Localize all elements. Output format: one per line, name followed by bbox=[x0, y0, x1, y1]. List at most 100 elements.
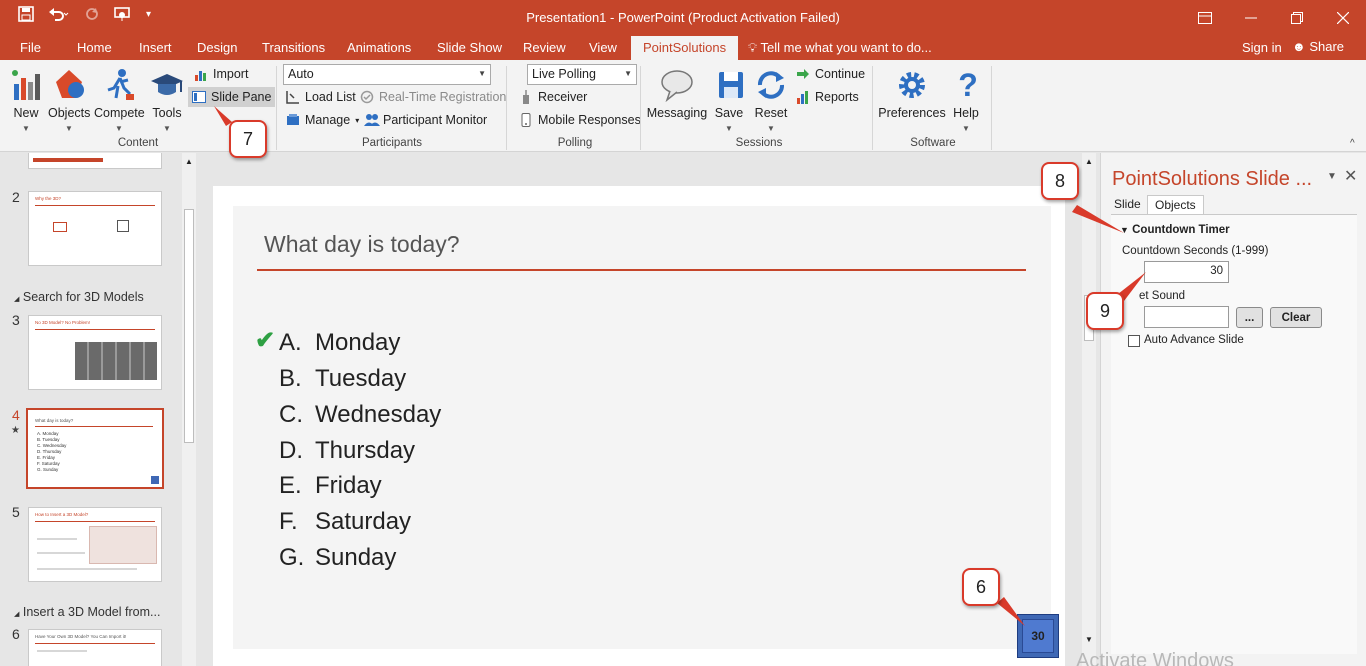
share-button[interactable]: ☻ Share bbox=[1292, 39, 1344, 54]
help-button[interactable]: ? Help ▼ bbox=[951, 68, 981, 133]
tab-insert[interactable]: Insert bbox=[139, 40, 172, 55]
scrollbar-thumb[interactable] bbox=[184, 209, 194, 443]
callout-6: 6 bbox=[962, 568, 1000, 606]
slide-scrollbar[interactable]: ▲ ▼ bbox=[1082, 153, 1096, 666]
tab-slide-show[interactable]: Slide Show bbox=[437, 40, 502, 55]
reports-chart-icon bbox=[796, 90, 810, 104]
timer-value: 30 bbox=[1031, 629, 1045, 643]
collapse-triangle-icon: ◢ bbox=[14, 611, 20, 618]
window-controls bbox=[1182, 0, 1366, 36]
answer-option[interactable]: C. Wednesday bbox=[279, 401, 441, 429]
close-icon[interactable] bbox=[1320, 0, 1366, 36]
question-mark-icon: ? bbox=[958, 67, 978, 103]
scroll-up-arrow-icon[interactable]: ▲ bbox=[1085, 157, 1093, 166]
ribbon-display-icon[interactable] bbox=[1182, 0, 1228, 36]
answer-option[interactable]: G. Sunday bbox=[279, 544, 396, 572]
current-slide[interactable]: What day is today? ✔ A. Monday B. Tuesday … bbox=[213, 186, 1065, 666]
chevron-down-icon: ▼ bbox=[163, 124, 171, 133]
scroll-up-arrow-icon[interactable]: ▲ bbox=[185, 157, 193, 166]
collapse-ribbon-icon[interactable]: ^ bbox=[1350, 138, 1355, 149]
participant-monitor-button[interactable]: Participant Monitor bbox=[364, 113, 487, 127]
new-button[interactable]: New ▼ bbox=[10, 68, 42, 133]
set-sound-label: et Sound bbox=[1139, 290, 1186, 302]
tab-home[interactable]: Home bbox=[77, 40, 112, 55]
manage-button[interactable]: Manage ▾ bbox=[286, 113, 359, 127]
realtime-registration-label: Real-Time Registration bbox=[379, 90, 507, 104]
close-icon[interactable]: ✕ bbox=[1344, 166, 1357, 186]
thumbnail-slide-4[interactable]: What day is today? A. Monday B. Tuesday … bbox=[26, 408, 164, 489]
thumbnail-slide-1[interactable] bbox=[28, 153, 162, 169]
tab-objects[interactable]: Objects bbox=[1147, 195, 1204, 214]
import-button[interactable]: Import bbox=[194, 67, 248, 81]
tab-transitions[interactable]: Transitions bbox=[262, 40, 325, 55]
pane-options-icon[interactable]: ▼ bbox=[1327, 171, 1337, 182]
sign-in-link[interactable]: Sign in bbox=[1242, 40, 1282, 55]
tab-file[interactable]: File bbox=[20, 40, 41, 55]
reset-button[interactable]: Reset ▼ bbox=[754, 68, 788, 133]
slide-pane-label: Slide Pane bbox=[211, 90, 272, 104]
reports-label: Reports bbox=[815, 90, 859, 104]
messaging-label: Messaging bbox=[646, 106, 708, 120]
tab-view[interactable]: View bbox=[589, 40, 617, 55]
participants-mode-select[interactable]: Auto ▼ bbox=[283, 64, 491, 85]
group-separator bbox=[640, 66, 641, 150]
slide-title[interactable]: What day is today? bbox=[264, 231, 460, 258]
new-label: New bbox=[13, 106, 39, 120]
tell-me-search[interactable]: 💡︎ Tell me what you want to do... bbox=[748, 40, 932, 56]
section-header-search[interactable]: ◢ Search for 3D Models bbox=[14, 290, 144, 304]
compete-button[interactable]: Compete ▼ bbox=[94, 68, 145, 133]
realtime-registration-button[interactable]: Real-Time Registration bbox=[360, 90, 506, 104]
tab-pointsolutions[interactable]: PointSolutions bbox=[631, 36, 739, 60]
chevron-down-icon: ▼ bbox=[962, 124, 970, 133]
thumbnail-slide-3[interactable]: No 3D Model? No Problem! bbox=[28, 315, 162, 390]
new-chart-icon bbox=[10, 68, 44, 102]
countdown-timer-object[interactable]: 30 bbox=[1017, 614, 1059, 658]
slide-thumbnails-panel: 2 Why the 3D? ◢ Search for 3D Models 3 N… bbox=[0, 153, 199, 666]
reports-button[interactable]: Reports bbox=[796, 90, 859, 104]
answer-option[interactable]: B. Tuesday bbox=[279, 365, 406, 393]
answer-option[interactable]: D. Thursday bbox=[279, 437, 415, 465]
answer-option[interactable]: E. Friday bbox=[279, 472, 382, 500]
objects-button[interactable]: Objects ▼ bbox=[48, 68, 90, 133]
help-label: Help bbox=[953, 106, 979, 120]
countdown-seconds-input[interactable]: 30 bbox=[1144, 261, 1229, 283]
continue-button[interactable]: Continue bbox=[796, 67, 865, 81]
tab-slide[interactable]: Slide bbox=[1107, 195, 1148, 213]
thumbnail-slide-6[interactable]: Have Your Own 3D Model? You Can Import i… bbox=[28, 629, 162, 666]
answer-option[interactable]: A. Monday bbox=[279, 329, 400, 357]
receiver-button[interactable]: Receiver bbox=[519, 90, 587, 104]
preferences-button[interactable]: Preferences bbox=[878, 68, 946, 120]
answer-option[interactable]: F. Saturday bbox=[279, 508, 411, 536]
save-session-button[interactable]: Save ▼ bbox=[714, 68, 744, 133]
clear-sound-button[interactable]: Clear bbox=[1270, 307, 1322, 328]
tools-button[interactable]: Tools ▼ bbox=[150, 68, 184, 133]
messaging-button[interactable]: Messaging bbox=[646, 68, 708, 120]
graduation-cap-icon bbox=[150, 68, 184, 102]
thumbnail-slide-2[interactable]: Why the 3D? bbox=[28, 191, 162, 266]
polling-mode-select[interactable]: Live Polling ▼ bbox=[527, 64, 637, 85]
objects-label: Objects bbox=[48, 106, 91, 120]
tab-animations[interactable]: Animations bbox=[347, 40, 411, 55]
mobile-responses-button[interactable]: Mobile Responses bbox=[519, 113, 641, 127]
sound-file-input[interactable] bbox=[1144, 306, 1229, 328]
auto-advance-label: Auto Advance Slide bbox=[1144, 334, 1244, 346]
sessions-group-label: Sessions bbox=[735, 137, 783, 149]
thumbnail-slide-5[interactable]: How to Insert a 3D Model? bbox=[28, 507, 162, 582]
auto-advance-checkbox[interactable] bbox=[1128, 335, 1140, 347]
receiver-icon bbox=[519, 90, 533, 104]
scroll-down-arrow-icon[interactable]: ▼ bbox=[1085, 635, 1093, 644]
load-list-button[interactable]: Load List bbox=[286, 90, 356, 104]
section-header-insert[interactable]: ◢ Insert a 3D Model from... bbox=[14, 605, 160, 619]
tab-design[interactable]: Design bbox=[197, 40, 237, 55]
tab-review[interactable]: Review bbox=[523, 40, 566, 55]
thumb-title: How to Insert a 3D Model? bbox=[35, 512, 89, 517]
thumbnails-scrollbar[interactable]: ▲ bbox=[182, 153, 196, 666]
thumbnail-number: 5 bbox=[12, 504, 20, 520]
maximize-icon[interactable] bbox=[1274, 0, 1320, 36]
answer-letter: G. bbox=[279, 544, 305, 571]
minimize-icon[interactable] bbox=[1228, 0, 1274, 36]
slide-pane-button[interactable]: Slide Pane bbox=[188, 87, 276, 107]
tell-me-label: Tell me what you want to do... bbox=[760, 40, 932, 55]
browse-sound-button[interactable]: ... bbox=[1236, 307, 1263, 328]
countdown-timer-section[interactable]: ▼ Countdown Timer bbox=[1120, 224, 1230, 236]
